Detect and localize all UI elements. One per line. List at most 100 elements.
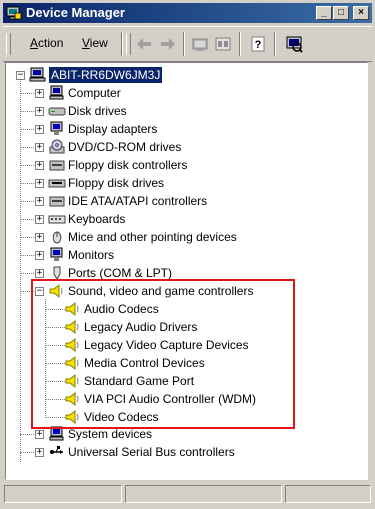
expand-toggle[interactable]: + [35,430,44,439]
toolbar-separator [121,32,123,56]
expand-toggle[interactable]: + [35,269,44,278]
tree-root[interactable]: − ABIT-RR6DW6JM3J [6,67,366,85]
tree-item-label: Display adapters [68,122,158,136]
expand-toggle[interactable]: + [35,448,44,457]
monitor-icon [50,247,63,261]
tree-category[interactable]: + Floppy disk controllers [6,157,366,175]
tree-line [20,111,36,113]
tree-item-label: Video Codecs [84,410,159,424]
menu-view[interactable]: View [82,36,108,50]
expand-toggle[interactable]: + [35,143,44,152]
tree-line [20,291,36,293]
tree-category[interactable]: + Display adapters [6,121,366,139]
collapse-toggle[interactable]: − [16,71,25,80]
tree-device[interactable]: Audio Codecs [6,301,366,319]
tree-category[interactable]: + Computer [6,85,366,103]
display-adapter-icon [50,121,63,135]
tree-line [20,201,36,203]
tree-line [45,381,65,383]
system-devices-icon [49,426,64,441]
expand-toggle[interactable]: + [35,251,44,260]
forward-arrow-icon[interactable] [158,34,178,54]
tree-category[interactable]: + IDE ATA/ATAPI controllers [6,193,366,211]
tree-device[interactable]: Media Control Devices [6,355,366,373]
computer-icon [49,85,64,100]
tree-item-label: System devices [68,427,153,441]
properties-icon[interactable] [213,34,233,54]
speaker-icon [65,355,79,371]
toolbar-separator [239,32,241,56]
tree-category[interactable]: + DVD/CD-ROM drives [6,139,366,157]
tree-line [45,363,65,365]
tree-device[interactable]: Legacy Audio Drivers [6,319,366,337]
tree-category[interactable]: + System devices [6,426,366,444]
expand-toggle[interactable]: + [35,179,44,188]
tree-device[interactable]: Video Codecs [6,409,366,427]
keyboard-icon [48,215,66,224]
tree-category[interactable]: + Keyboards [6,211,366,229]
title-bar[interactable]: Device Manager _ □ × [3,3,372,23]
tree-line [20,147,36,149]
menu-toolbar: Action View ? [3,26,372,62]
expand-toggle[interactable]: + [35,161,44,170]
scan-hardware-icon[interactable] [284,34,304,54]
disk-drive-icon [48,107,66,116]
collapse-toggle[interactable]: − [35,287,44,296]
speaker-icon [65,301,79,317]
tree-item-label: Audio Codecs [84,302,159,316]
floppy-controller-icon [49,160,65,171]
toolbar-grip[interactable] [6,33,11,55]
speaker-icon [49,283,63,299]
tree-category[interactable]: + Ports (COM & LPT) [6,265,366,283]
minimize-button[interactable]: _ [316,6,332,20]
close-button[interactable]: × [353,6,369,20]
tree-line [20,219,36,221]
tree-line [45,309,65,311]
device-tree[interactable]: − ABIT-RR6DW6JM3J + Computer + Disk drives +… [5,62,368,480]
tree-line [45,345,65,347]
tree-category[interactable]: + Disk drives [6,103,366,121]
tree-item-label: Floppy disk drives [68,176,165,190]
expand-toggle[interactable]: + [35,215,44,224]
tree-category[interactable]: + Mice and other pointing devices [6,229,366,247]
tree-category[interactable]: + Floppy disk drives [6,175,366,193]
tree-device[interactable]: Legacy Video Capture Devices [6,337,366,355]
tree-item-label: VIA PCI Audio Controller (WDM) [84,392,257,406]
tree-line [45,417,65,419]
tree-item-label: Disk drives [68,104,127,118]
expand-toggle[interactable]: + [35,233,44,242]
help-icon[interactable]: ? [248,34,268,54]
toolbar-grip[interactable] [126,33,131,55]
toolbar-separator [274,32,276,56]
tree-line [20,183,36,185]
tree-line [45,399,65,401]
tree-category[interactable]: + Universal Serial Bus controllers [6,444,366,462]
tree-line [20,452,36,454]
expand-toggle[interactable]: + [35,197,44,206]
menu-action[interactable]: Action [30,36,63,50]
tree-item-label: Legacy Audio Drivers [84,320,198,334]
maximize-button[interactable]: □ [333,6,349,20]
tree-line [20,273,36,275]
tree-line [20,255,36,257]
svg-text:?: ? [255,39,262,51]
tree-category[interactable]: + Monitors [6,247,366,265]
mouse-icon [52,231,62,244]
status-bar [4,485,371,505]
computer-folder-icon[interactable] [191,34,211,54]
tree-line [20,129,36,131]
tree-item-label: Monitors [68,248,115,262]
expand-toggle[interactable]: + [35,89,44,98]
tree-category-sound[interactable]: − Sound, video and game controllers [6,283,366,301]
tree-line [45,327,65,329]
tree-device[interactable]: VIA PCI Audio Controller (WDM) [6,391,366,409]
expand-toggle[interactable]: + [35,125,44,134]
speaker-icon [65,337,79,353]
expand-toggle[interactable]: + [35,107,44,116]
back-arrow-icon[interactable] [134,34,154,54]
tree-item-label: IDE ATA/ATAPI controllers [68,194,208,208]
status-pane [4,485,122,503]
tree-device[interactable]: Standard Game Port [6,373,366,391]
cdrom-icon [49,139,65,154]
root-label: ABIT-RR6DW6JM3J [49,67,163,83]
